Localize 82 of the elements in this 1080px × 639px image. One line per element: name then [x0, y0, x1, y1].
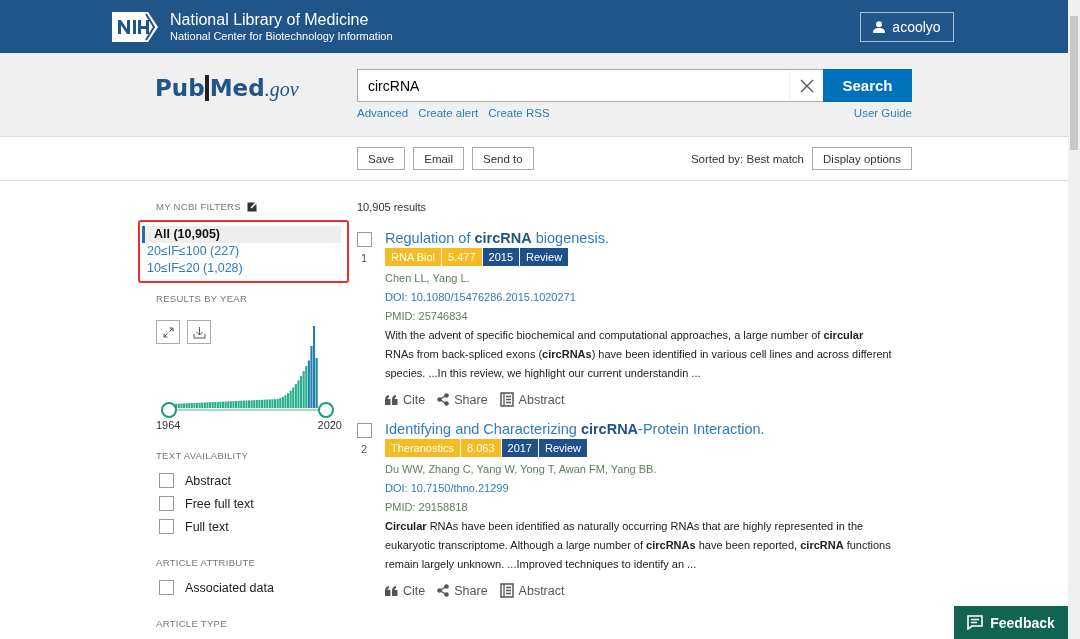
toolbar-button[interactable]: Send to [472, 147, 534, 170]
quote-icon [385, 585, 398, 596]
clear-button[interactable] [789, 69, 823, 102]
year-slider-handle[interactable] [318, 402, 334, 418]
abstract-snippet: With the advent of specific biochemical and computational approaches, a large number of circular RNAs from back-spliced exons (circRNAs) have been identified in various cell lines and across different species. ...In this review, we highlight our current understandin ... [385, 328, 892, 381]
document-icon [499, 583, 514, 598]
result-action-button[interactable]: Cite [385, 583, 426, 598]
share-icon [437, 584, 450, 597]
checkbox[interactable] [159, 519, 174, 534]
search-button[interactable]: Search [823, 69, 912, 102]
checkbox[interactable] [159, 580, 174, 595]
result-checkbox[interactable] [356, 232, 372, 247]
result-number: 1 [360, 252, 368, 264]
journal-tag: Review [520, 248, 569, 266]
display-options-button[interactable]: Display options [812, 147, 912, 170]
author-list: Du WW, Zhang C, Yang W, Yong T, Awan FM, Yang BB. [385, 460, 892, 479]
search-field[interactable]: circRNA [357, 69, 789, 102]
journal-tag: 5.477 [442, 248, 482, 266]
pmid-text: PMID: 29158818 [385, 500, 469, 515]
checkbox-label[interactable]: Associated data [185, 580, 274, 595]
journal-tag: 2015 [482, 248, 520, 266]
expand-icon [162, 326, 174, 338]
filter-item[interactable]: All (10,905) [142, 226, 341, 243]
journal-tag: 2017 [501, 439, 538, 457]
journal-tag: Review [539, 439, 588, 457]
doi-link[interactable]: DOI: 10.7150/thno.21299 [385, 479, 892, 498]
document-icon [499, 392, 514, 407]
year-slider-handle[interactable] [161, 402, 177, 418]
section-heading: ARTICLE ATTRIBUTE [156, 557, 257, 568]
feedback-button[interactable]: Feedback [954, 606, 1068, 639]
expand-button[interactable] [156, 320, 180, 344]
journal-tag: Theranostics [385, 439, 460, 457]
pubmed-logo[interactable]: Pub Med.gov [155, 69, 357, 119]
result-title-link[interactable]: Identifying and Characterizing circRNA-Protein Interaction. [385, 421, 892, 437]
filter-item[interactable]: 20≤IF≤100 (227) [142, 243, 341, 260]
result-number: 2 [360, 443, 368, 455]
close-icon [799, 78, 814, 93]
filter-item[interactable]: 10≤IF≤20 (1,028) [142, 260, 341, 277]
share-icon [437, 393, 450, 406]
sort-label: Sorted by: Best match [690, 152, 804, 165]
result-action-button[interactable]: Abstract [499, 583, 565, 598]
year-label: 2020 [317, 419, 342, 431]
search-link[interactable]: Advanced [357, 107, 409, 119]
pmid-text: PMID: 25746834 [385, 309, 469, 324]
toolbar-button[interactable]: Save [357, 147, 406, 170]
download-button[interactable] [187, 320, 211, 344]
org-title: National Library of Medicine [170, 11, 370, 29]
scrollbar[interactable] [1068, 0, 1080, 639]
section-heading: TEXT AVAILABILITY [156, 450, 250, 461]
result-count: 10,905 results [357, 201, 428, 213]
journal-tag: RNA Biol [385, 248, 442, 266]
user-account-button[interactable]: acoolyo [860, 11, 954, 42]
result-action-button[interactable]: Share [437, 583, 488, 598]
external-link-icon[interactable] [246, 201, 258, 212]
quote-icon [385, 394, 398, 405]
author-list: Chen LL, Yang L. [385, 269, 892, 288]
result-checkbox[interactable] [356, 423, 372, 438]
result-action-button[interactable]: Share [437, 392, 488, 407]
section-heading: RESULTS BY YEAR [156, 293, 249, 304]
download-icon [192, 325, 206, 339]
result-title-link[interactable]: Regulation of circRNA biogenesis. [385, 230, 892, 246]
section-heading: ARTICLE TYPE [156, 618, 228, 629]
chat-icon [967, 615, 984, 630]
year-label: 1964 [156, 419, 181, 431]
checkbox[interactable] [159, 496, 174, 511]
checkbox-label[interactable]: Full text [185, 519, 229, 534]
abstract-snippet: Circular RNAs have been identified as naturally occurring RNAs that are highly represented in the eukaryotic transcriptome. Although a large number of circRNAs have been reported, circRNA functions remain largely unknown. ...Improved techniques to identify an ... [385, 519, 892, 572]
checkbox-label[interactable]: Free full text [185, 496, 254, 511]
org-subtitle: National Center for Biotechnology Information [170, 30, 393, 42]
checkbox-label[interactable]: Abstract [185, 473, 231, 488]
toolbar-button[interactable]: Email [413, 147, 464, 170]
nih-logo-icon[interactable] [112, 11, 158, 42]
doi-link[interactable]: DOI: 10.1080/15476286.2015.1020271 [385, 288, 892, 307]
user-guide-link[interactable]: User Guide [853, 107, 912, 119]
search-link[interactable]: Create alert [418, 107, 479, 119]
checkbox[interactable] [159, 473, 174, 488]
search-link[interactable]: Create RSS [488, 107, 550, 119]
journal-tag: 8.063 [461, 439, 501, 457]
person-icon [873, 20, 886, 33]
section-heading: MY NCBI FILTERS [156, 201, 241, 212]
result-action-button[interactable]: Abstract [499, 392, 565, 407]
result-action-button[interactable]: Cite [385, 392, 426, 407]
